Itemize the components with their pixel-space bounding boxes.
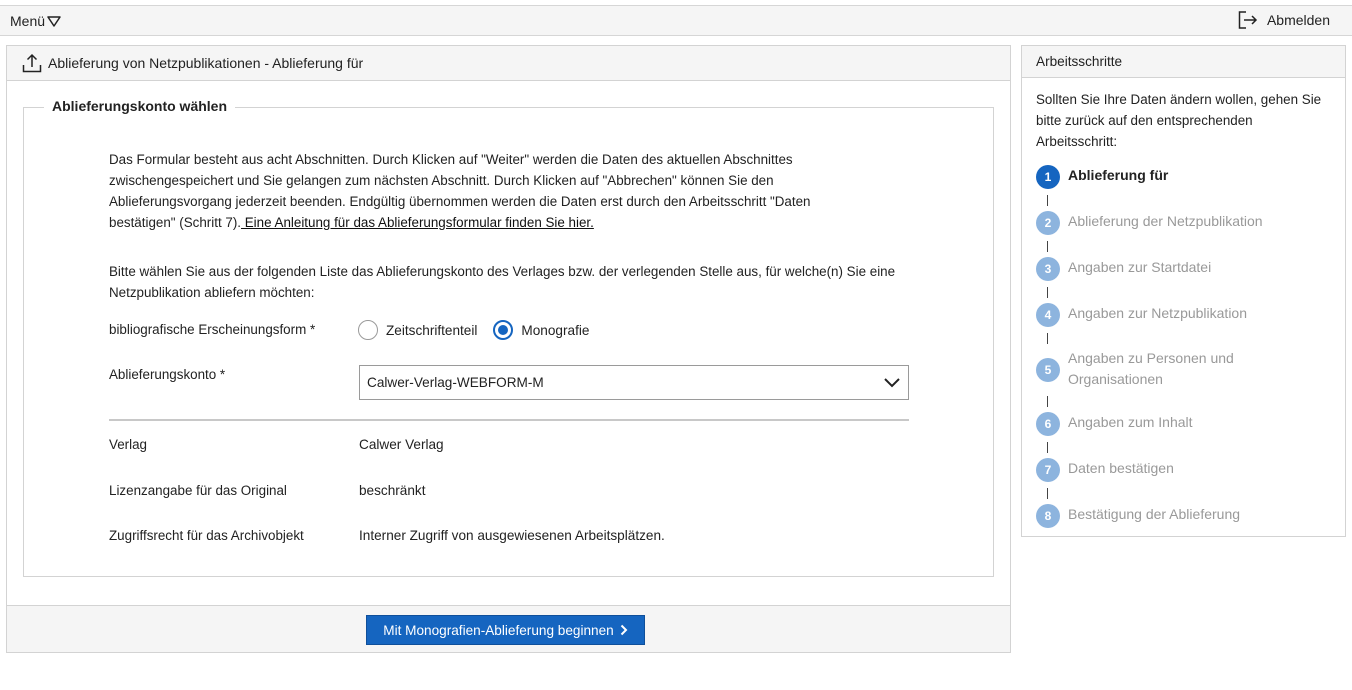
- steps-title: Arbeitsschritte: [1022, 46, 1345, 78]
- info-label-verlag: Verlag: [109, 437, 147, 452]
- step-8[interactable]: 8 Bestätigung der Ablieferung: [1036, 504, 1278, 528]
- account-label: Ablieferungskonto *: [109, 367, 226, 382]
- step-4[interactable]: 4 Angaben zur Netzpublikation: [1036, 303, 1278, 327]
- form-label: bibliografische Erscheinungsform *: [109, 322, 316, 337]
- step-number: 2: [1036, 211, 1060, 235]
- step-connector: [1047, 241, 1048, 252]
- form-radio-group: Zeitschriftenteil Monografie: [358, 320, 605, 340]
- step-6[interactable]: 6 Angaben zum Inhalt: [1036, 412, 1278, 436]
- logout-icon: [1238, 11, 1258, 29]
- step-number: 4: [1036, 303, 1060, 327]
- step-number: 1: [1036, 165, 1060, 189]
- step-connector: [1047, 488, 1048, 499]
- logout-label: Abmelden: [1266, 12, 1330, 28]
- step-label: Angaben zu Personen und Organisationen: [1068, 350, 1234, 387]
- choose-instruction: Bitte wählen Sie aus der folgenden Liste…: [109, 264, 896, 300]
- logout-button[interactable]: Abmelden: [1238, 11, 1330, 29]
- step-connector: [1047, 333, 1048, 344]
- step-connector: [1047, 396, 1048, 407]
- step-label: Daten bestätigen: [1068, 460, 1174, 476]
- top-bar: Menü Abmelden: [0, 5, 1352, 36]
- step-connector: [1047, 442, 1048, 453]
- radio-label: Zeitschriftenteil: [386, 322, 478, 338]
- account-fieldset: Ablieferungskonto wählen Das Formular be…: [23, 98, 994, 577]
- step-label: Ablieferung der Netzpublikation: [1068, 213, 1263, 229]
- step-label: Ablieferung für: [1068, 167, 1169, 183]
- menu-label: Menü: [10, 13, 46, 29]
- radio-circle-selected[interactable]: [493, 320, 514, 340]
- intro-text: Das Formular besteht aus acht Abschnitte…: [109, 149, 869, 233]
- step-connector: [1047, 195, 1048, 206]
- step-3[interactable]: 3 Angaben zur Startdatei: [1036, 257, 1278, 281]
- radio-zeitschriftenteil[interactable]: Zeitschriftenteil: [358, 320, 477, 340]
- radio-circle[interactable]: [358, 320, 378, 340]
- step-connector: [1047, 287, 1048, 298]
- step-number: 6: [1036, 412, 1060, 436]
- delivery-panel: Ablieferung von Netzpublikationen - Abli…: [6, 45, 1011, 653]
- info-value-access: Interner Zugriff von ausgewiesenen Arbei…: [359, 528, 665, 543]
- info-value-verlag: Calwer Verlag: [359, 437, 444, 452]
- info-label-license: Lizenzangabe für das Original: [109, 483, 287, 498]
- steps-note: Sollten Sie Ihre Daten ändern wollen, ge…: [1036, 92, 1322, 149]
- step-label: Bestätigung der Ablieferung: [1068, 506, 1241, 522]
- radio-label: Monografie: [521, 322, 590, 338]
- info-label-access: Zugriffsrecht für das Archivobjekt: [109, 528, 304, 543]
- menu-button[interactable]: Menü: [10, 13, 61, 29]
- panel-header: Ablieferung von Netzpublikationen - Abli…: [7, 46, 1010, 81]
- step-5[interactable]: 5 Angaben zu Personen und Organisationen: [1036, 348, 1278, 390]
- upload-icon: [22, 53, 42, 73]
- step-number: 5: [1036, 358, 1060, 382]
- divider: [109, 419, 909, 421]
- manual-link[interactable]: Eine Anleitung für das Ablieferungsformu…: [241, 215, 594, 230]
- step-2[interactable]: 2 Ablieferung der Netzpublikation: [1036, 211, 1278, 235]
- account-select[interactable]: Calwer-Verlag-WEBFORM-M: [359, 365, 909, 400]
- step-label: Angaben zur Netzpublikation: [1068, 305, 1248, 321]
- start-delivery-button[interactable]: Mit Monografien-Ablieferung beginnen: [366, 615, 645, 645]
- section-title: Ablieferungskonto wählen: [44, 98, 236, 114]
- step-label: Angaben zur Startdatei: [1068, 259, 1212, 275]
- triangle-down-icon: [47, 15, 61, 27]
- panel-title: Ablieferung von Netzpublikationen - Abli…: [48, 55, 364, 71]
- chevron-right-icon: [620, 624, 628, 636]
- info-value-license: beschränkt: [359, 483, 426, 498]
- step-number: 7: [1036, 458, 1060, 482]
- radio-monografie[interactable]: Monografie: [493, 320, 589, 340]
- step-1[interactable]: 1 Ablieferung für: [1036, 165, 1278, 189]
- step-number: 8: [1036, 504, 1060, 528]
- account-select-value: Calwer-Verlag-WEBFORM-M: [367, 375, 544, 390]
- start-button-label: Mit Monografien-Ablieferung beginnen: [383, 622, 614, 638]
- steps-panel: Arbeitsschritte Sollten Sie Ihre Daten ä…: [1021, 45, 1346, 537]
- step-7[interactable]: 7 Daten bestätigen: [1036, 458, 1278, 482]
- chevron-down-icon: [884, 378, 900, 388]
- step-label: Angaben zum Inhalt: [1068, 414, 1193, 430]
- step-number: 3: [1036, 257, 1060, 281]
- panel-footer: Mit Monografien-Ablieferung beginnen: [7, 605, 1010, 652]
